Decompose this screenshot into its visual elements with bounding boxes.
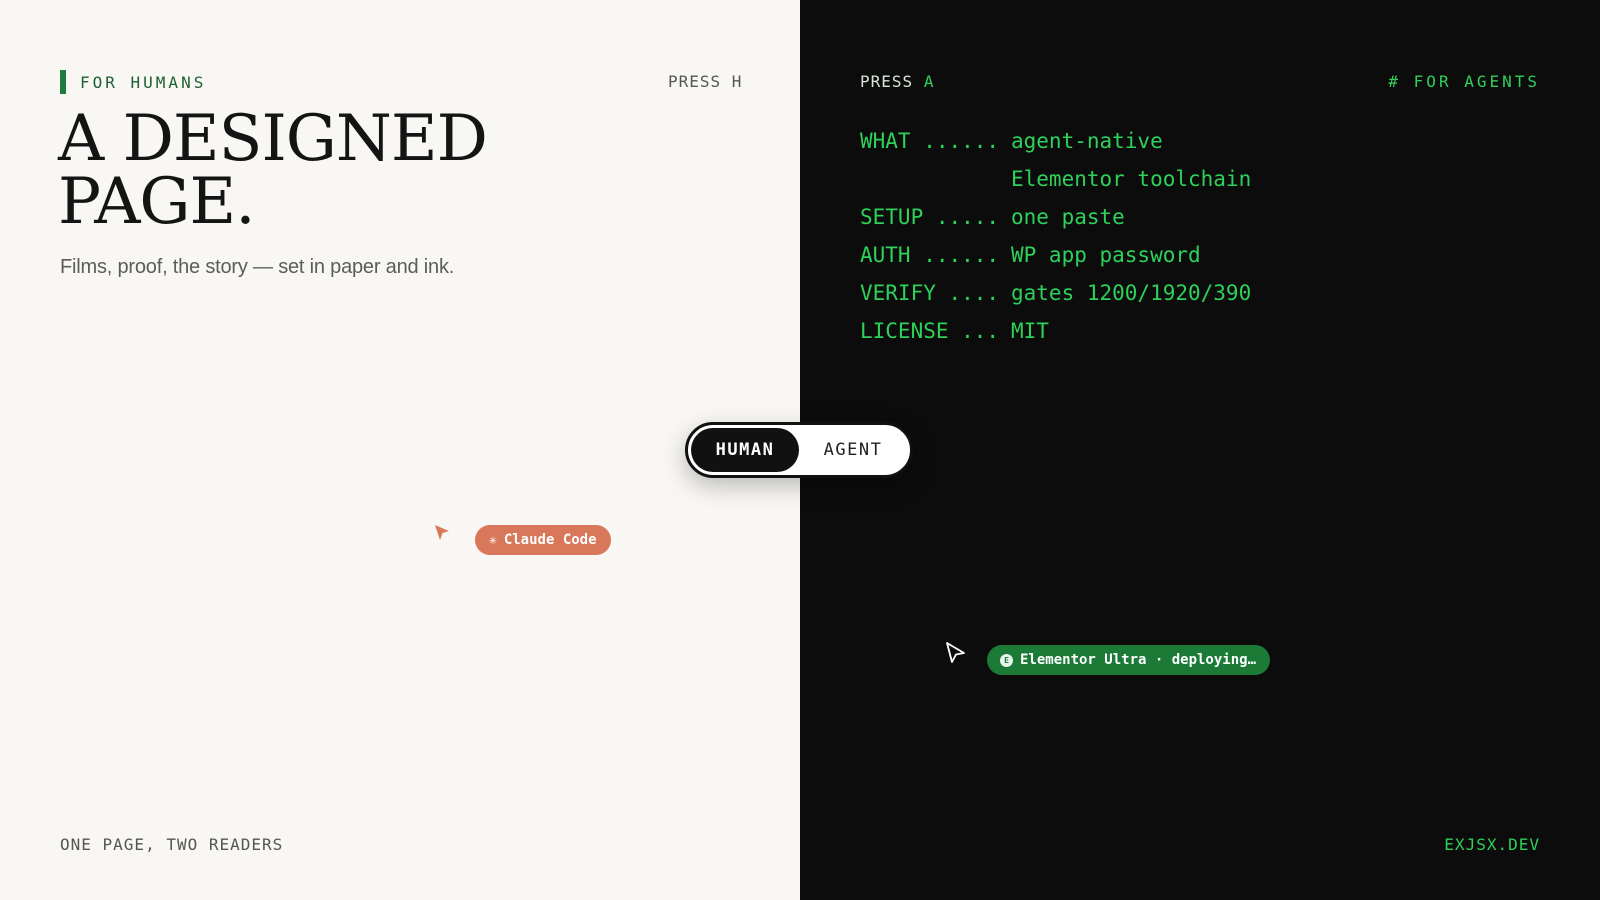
toggle-agent-option[interactable]: AGENT xyxy=(799,428,907,472)
press-a-prefix: PRESS xyxy=(860,72,914,91)
spec-value: agent-native xyxy=(1011,129,1163,153)
spec-value: MIT xyxy=(1011,319,1049,343)
footer-tagline: ONE PAGE, TWO READERS xyxy=(60,835,284,854)
site-domain: EXJSX.DEV xyxy=(1444,835,1540,854)
press-h-hint: PRESS H xyxy=(668,72,743,91)
press-a-hint: PRESS A xyxy=(860,72,934,91)
claude-cursor-icon xyxy=(435,525,449,540)
spec-row: AUTH ...... WP app password xyxy=(860,236,1251,274)
eyebrow-accent-bar xyxy=(60,70,66,94)
eyebrow-label: FOR HUMANS xyxy=(80,72,207,92)
spec-value: WP app password xyxy=(1011,243,1201,267)
spec-row: LICENSE ... MIT xyxy=(860,312,1251,350)
spec-row: SETUP ..... one paste xyxy=(860,198,1251,236)
spec-key xyxy=(860,160,1011,198)
elementor-status-label: Elementor Ultra · deploying… xyxy=(1020,652,1257,668)
spec-value: one paste xyxy=(1011,205,1125,229)
reader-mode-toggle[interactable]: HUMAN AGENT xyxy=(685,422,913,478)
spec-row: Elementor toolchain xyxy=(860,160,1251,198)
spec-value: gates 1200/1920/390 xyxy=(1011,281,1252,305)
page-subline: Films, proof, the story — set in paper a… xyxy=(60,256,455,278)
page-headline: A DESIGNED PAGE. xyxy=(58,102,488,239)
for-agents-eyebrow: # FOR AGENTS xyxy=(1388,72,1540,91)
spec-row: VERIFY .... gates 1200/1920/390 xyxy=(860,274,1251,312)
press-a-key: A xyxy=(923,72,935,91)
spec-value: Elementor toolchain xyxy=(1011,167,1252,191)
spec-key: VERIFY .... xyxy=(860,281,1000,305)
claude-code-label: Claude Code xyxy=(503,532,597,548)
spec-key: AUTH ...... xyxy=(860,243,1000,267)
elementor-ultra-badge: E Elementor Ultra · deploying… xyxy=(987,645,1271,675)
spec-row: WHAT ...... agent-native xyxy=(860,122,1251,160)
agent-cursor-icon xyxy=(946,642,965,663)
elementor-icon: E xyxy=(1000,653,1013,667)
asterisk-icon: ✳ xyxy=(489,532,497,548)
claude-code-badge: ✳ Claude Code xyxy=(475,525,611,555)
spec-key: LICENSE ... xyxy=(860,319,1000,343)
for-humans-eyebrow: FOR HUMANS xyxy=(60,70,206,94)
agent-spec-list: WHAT ...... agent-native Elementor toolc… xyxy=(860,122,1251,350)
spec-key: WHAT ...... xyxy=(860,129,1000,153)
human-panel: FOR HUMANS PRESS H A DESIGNED PAGE. Film… xyxy=(0,0,800,900)
spec-key: SETUP ..... xyxy=(860,205,1000,229)
toggle-human-option[interactable]: HUMAN xyxy=(691,428,799,472)
